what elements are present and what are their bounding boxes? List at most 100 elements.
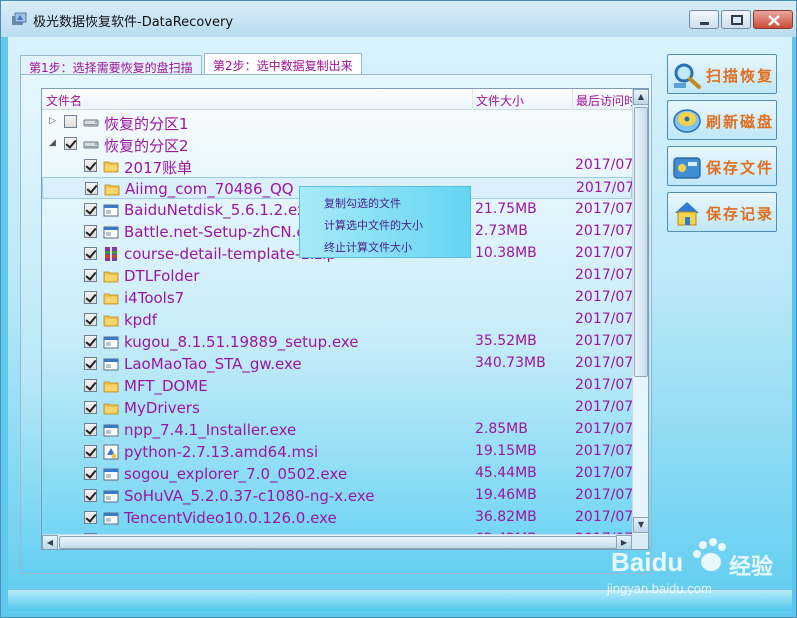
table-row[interactable]: sogou_explorer_7.0_0502.exe 45.44MB 2017/0… [42,463,633,485]
save-log-button[interactable]: 保存记录 [667,192,777,232]
table-row[interactable]: TencentVideo10.0.126.0.exe 36.82MB 2017/07 [42,507,633,529]
row-checkbox[interactable] [85,182,98,195]
file-name: Aiimg_com_70486_QQ [125,180,294,198]
vertical-scrollbar[interactable]: ▲ ▼ [632,89,648,534]
column-header-date[interactable]: 最后访问时 [576,92,636,109]
row-checkbox[interactable] [84,357,97,370]
table-row[interactable]: ◢ 恢复的分区2 [42,133,632,155]
file-date: 2017/07 [575,443,634,459]
row-checkbox[interactable] [84,423,97,436]
exe-icon [103,466,119,482]
exe-icon [103,356,119,372]
column-header-name[interactable]: 文件名 [46,92,82,109]
scroll-left-arrow-icon[interactable]: ◀ [42,535,58,549]
save-file-button[interactable]: 保存文件 [667,146,777,186]
table-row[interactable]: 2017账单 2017/07 [42,155,633,177]
file-name: TencentVideo10.0.126.0.exe [124,509,337,527]
app-logo-icon [12,12,27,25]
watermark-brand: Baidu [611,547,684,577]
row-checkbox[interactable] [64,137,77,150]
close-button[interactable] [753,10,793,29]
table-row[interactable]: LaoMaoTao_STA_gw.exe 340.73MB 2017/07 [42,353,633,375]
file-name: sogou_explorer_7.0_0502.exe [124,465,348,483]
column-header-size[interactable]: 文件大小 [476,92,524,109]
row-checkbox[interactable] [84,225,97,238]
file-name: kpdf [124,311,158,329]
minimize-button[interactable] [689,10,719,29]
table-row[interactable]: i4Tools7 2017/07 [42,287,634,309]
table-row[interactable]: MFT_DOME 2017/07 [42,375,634,397]
menu-item-calc-size[interactable]: 计算选中文件的大小 [324,217,423,233]
exe-icon [103,334,119,350]
table-row[interactable]: kpdf 2017/07 [42,309,634,331]
table-row[interactable]: npp_7.4.1_Installer.exe 2.85MB 2017/07 [42,419,633,441]
file-size: 19.46MB [475,487,537,503]
row-checkbox[interactable] [84,489,97,502]
table-row[interactable]: MyDrivers 2017/07 [42,397,633,419]
vertical-scroll-thumb[interactable] [634,107,648,377]
watermark-brand-cn: 经验 [729,554,774,579]
maximize-button[interactable] [721,10,751,29]
tab-step1-scan[interactable]: 第1步：选择需要恢复的盘扫描 [20,55,202,75]
horizontal-scrollbar[interactable]: ◀ ▶ [42,534,632,549]
file-date: 2017/07 [576,180,635,196]
tab-step2-copy[interactable]: 第2步：选中数据复制出来 [204,53,362,75]
row-checkbox[interactable] [64,115,77,128]
table-row[interactable]: python-2.7.13.amd64.msi 19.15MB 2017/07 [42,441,634,463]
magnifier-icon [674,63,701,89]
close-icon [768,15,780,26]
save-file-label: 保存文件 [706,159,775,177]
baidu-jingyan-watermark: Baidu 经验 jingyan.baidu.com [607,529,797,601]
row-checkbox[interactable] [84,269,97,282]
file-size: 19.15MB [475,443,537,459]
menu-item-stop-calc[interactable]: 终止计算文件大小 [324,239,412,255]
house-icon [675,202,699,226]
row-checkbox[interactable] [84,401,97,414]
row-checkbox[interactable] [84,247,97,260]
table-row[interactable]: DTLFolder 2017/07 [42,265,633,287]
file-size: 36.82MB [475,509,537,525]
file-date: 2017/07 [575,311,634,327]
row-checkbox[interactable] [84,313,97,326]
scan-recover-button[interactable]: 扫描恢复 [667,54,777,94]
refresh-disk-button[interactable]: 刷新磁盘 [667,100,777,140]
watermark-url: jingyan.baidu.com [607,581,712,596]
scroll-up-arrow-icon[interactable]: ▲ [633,89,648,105]
archive-icon [103,246,119,262]
file-name: MFT_DOME [124,377,208,395]
row-checkbox[interactable] [84,511,97,524]
file-date: 2017/07 [575,223,634,239]
column-divider[interactable] [472,89,473,110]
menu-item-copy-checked[interactable]: 复制勾选的文件 [324,195,401,211]
scan-recover-label: 扫描恢复 [706,67,775,85]
file-size: 35.52MB [475,333,537,349]
collapse-arrow-icon[interactable]: ◢ [49,138,59,148]
row-checkbox[interactable] [84,467,97,480]
minimize-icon [700,22,709,25]
horizontal-scroll-thumb[interactable] [59,536,617,549]
row-checkbox[interactable] [84,335,97,348]
row-checkbox[interactable] [84,291,97,304]
row-checkbox[interactable] [84,379,97,392]
exe-icon [103,224,119,240]
table-row[interactable]: SoHuVA_5.2.0.37-c1080-ng-x.exe 19.46MB 201… [42,485,633,507]
file-date: 2017/07 [575,201,634,217]
file-list[interactable]: 文件名 文件大小 最后访问时 ▷ 恢复的分区1 ◢ 恢复的分区2 2017账单 2017/… [41,88,649,550]
table-row[interactable]: kugou_8.1.51.19889_setup.exe 35.52MB 2017/… [42,331,633,353]
expand-arrow-icon[interactable]: ▷ [49,116,59,126]
file-name: Battle.net-Setup-zhCN.exe [124,223,323,241]
file-date: 2017/07 [575,289,634,305]
row-checkbox[interactable] [84,203,97,216]
file-name: DTLFolder [124,267,200,285]
title-bar[interactable]: 极光数据恢复软件-DataRecovery [1,1,796,37]
context-menu: 复制勾选的文件 计算选中文件的大小 终止计算文件大小 [299,186,471,258]
file-name: LaoMaoTao_STA_gw.exe [124,355,302,373]
folder-icon [103,158,119,174]
folder-icon [103,268,119,284]
file-date: 2017/07 [575,377,634,393]
table-row[interactable]: ▷ 恢复的分区1 [42,111,632,133]
row-checkbox[interactable] [84,159,97,172]
file-size: 2.73MB [475,223,528,239]
column-divider[interactable] [572,89,573,110]
row-checkbox[interactable] [84,445,97,458]
